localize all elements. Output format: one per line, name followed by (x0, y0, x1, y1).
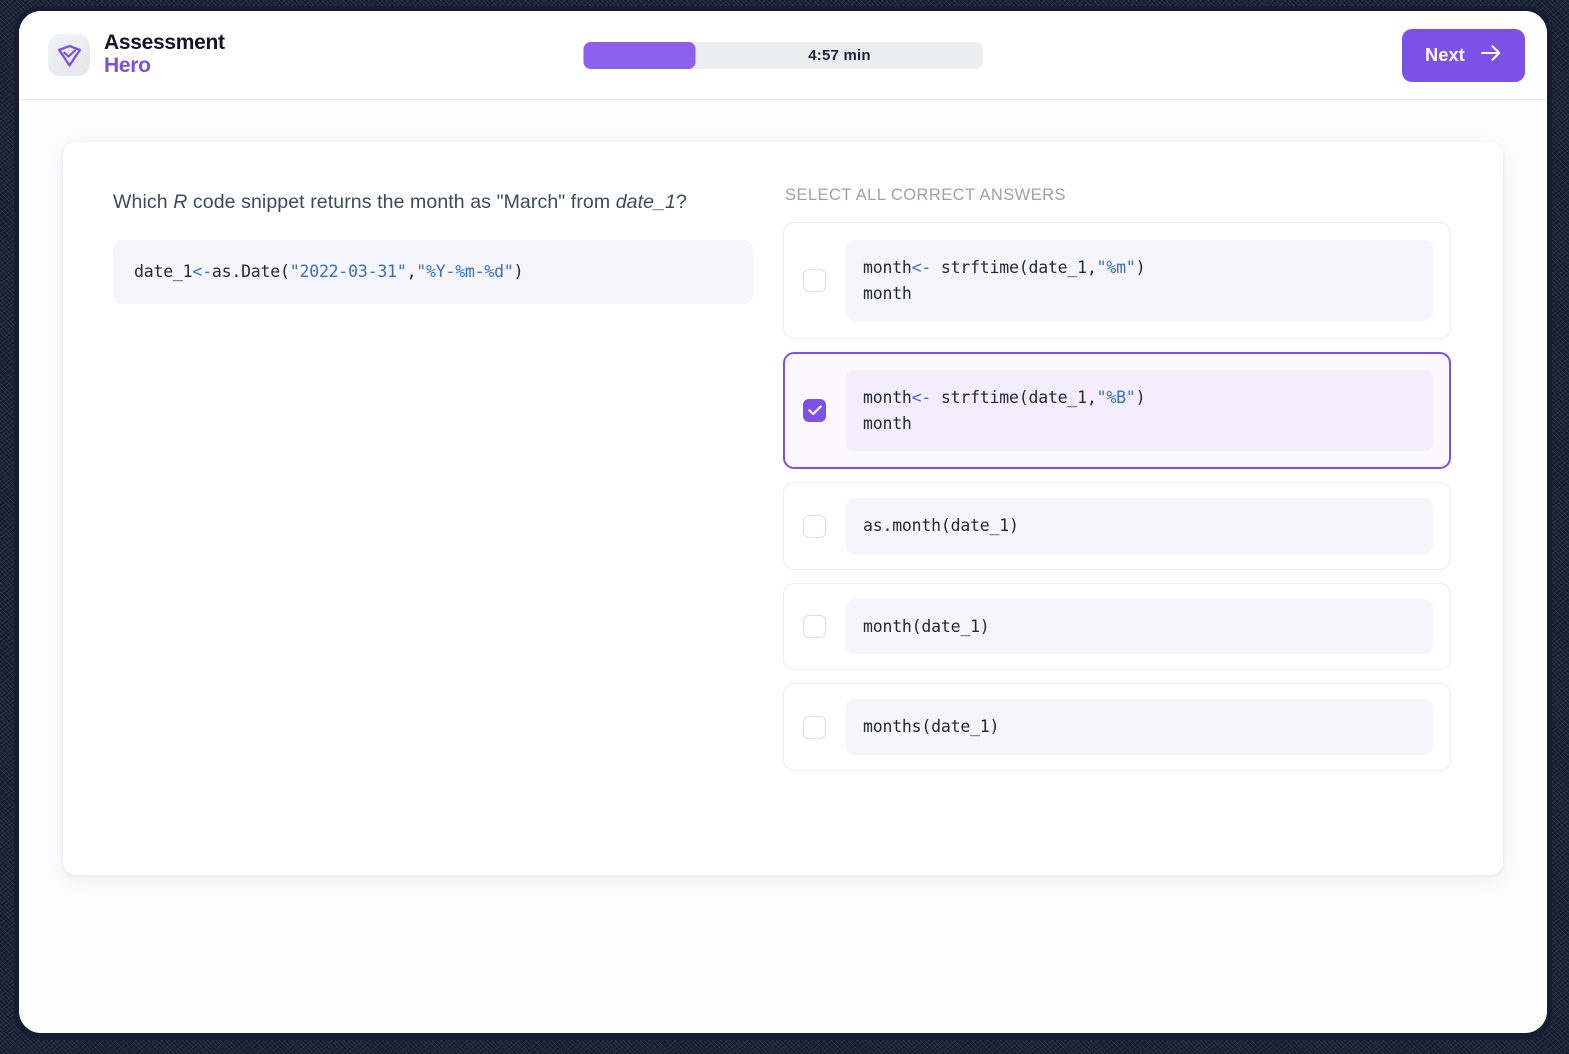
answer-1-code-token-0: month (863, 258, 912, 277)
app-header: Assessment Hero 4:57 min Next (19, 11, 1547, 100)
answer-checkbox-3[interactable] (803, 515, 826, 538)
question-code-token-5: "%Y-%m-%d" (416, 262, 513, 281)
question-middle: code snippet returns the month as "March… (187, 191, 615, 213)
timer-progress-bar: 4:57 min (584, 42, 983, 69)
answers-instruction-label: SELECT ALL CORRECT ANSWERS (785, 186, 1451, 205)
question-code-token-4: , (407, 262, 417, 281)
brand-text: Assessment Hero (104, 32, 225, 77)
question-code-block: date_1<-as.Date("2022-03-31","%Y-%m-%d") (113, 240, 753, 304)
answer-option-2[interactable]: month<- strftime(date_1,"%B") month (783, 352, 1451, 469)
arrow-right-icon (1480, 44, 1502, 67)
answer-3-code-token-0: as.month(date_1) (863, 516, 1019, 535)
next-button-label: Next (1425, 45, 1465, 66)
answers-column: SELECT ALL CORRECT ANSWERS month<- strft… (783, 183, 1503, 875)
question-prefix: Which (113, 191, 173, 213)
answer-1-code-token-3: "%m" (1097, 258, 1136, 277)
answer-option-4[interactable]: month(date_1) (783, 583, 1451, 671)
answer-2-code-token-0: month (863, 388, 912, 407)
check-icon (808, 405, 822, 416)
answer-2-code-token-3: "%B" (1097, 388, 1136, 407)
question-column: Which R code snippet returns the month a… (63, 183, 783, 875)
assessment-window: Assessment Hero 4:57 min Next Which R co… (19, 11, 1547, 1033)
answer-1-code-token-1: <- (912, 258, 931, 277)
question-card: Which R code snippet returns the month a… (63, 142, 1503, 875)
brand-name-secondary: Hero (104, 55, 225, 78)
answer-checkbox-1[interactable] (803, 269, 826, 292)
answer-1-code-token-2: strftime(date_1, (931, 258, 1096, 277)
answer-option-3[interactable]: as.month(date_1) (783, 482, 1451, 570)
question-code-token-2: as.Date( (212, 262, 290, 281)
answer-code-2: month<- strftime(date_1,"%B") month (846, 370, 1433, 451)
answer-option-1[interactable]: month<- strftime(date_1,"%m") month (783, 222, 1451, 339)
question-code-token-0: date_1 (134, 262, 192, 281)
question-language: R (173, 191, 187, 213)
page-body: Which R code snippet returns the month a… (19, 100, 1547, 1033)
answer-2-code-token-1: <- (912, 388, 931, 407)
answer-code-3: as.month(date_1) (846, 498, 1433, 554)
next-button[interactable]: Next (1402, 29, 1525, 82)
answer-checkbox-5[interactable] (803, 716, 826, 739)
question-code-token-6: ) (514, 262, 524, 281)
answer-checkbox-4[interactable] (803, 615, 826, 638)
answer-code-1: month<- strftime(date_1,"%m") month (846, 240, 1433, 321)
answer-2-code-token-2: strftime(date_1, (931, 388, 1096, 407)
answer-options-list: month<- strftime(date_1,"%m") monthmonth… (783, 222, 1451, 771)
answer-option-5[interactable]: months(date_1) (783, 683, 1451, 771)
answer-4-code-token-0: month(date_1) (863, 617, 990, 636)
answer-5-code-token-0: months(date_1) (863, 717, 999, 736)
question-code-token-1: <- (192, 262, 211, 281)
brand: Assessment Hero (48, 32, 225, 77)
brand-name-primary: Assessment (104, 32, 225, 55)
question-suffix: ? (676, 191, 687, 213)
question-code-token-3: "2022-03-31" (290, 262, 407, 281)
answer-checkbox-2[interactable] (803, 399, 826, 422)
answer-code-5: months(date_1) (846, 699, 1433, 755)
answer-code-4: month(date_1) (846, 599, 1433, 655)
shield-check-icon (48, 34, 90, 76)
timer-label: 4:57 min (584, 47, 983, 64)
question-variable: date_1 (616, 191, 676, 213)
question-text: Which R code snippet returns the month a… (113, 188, 753, 216)
